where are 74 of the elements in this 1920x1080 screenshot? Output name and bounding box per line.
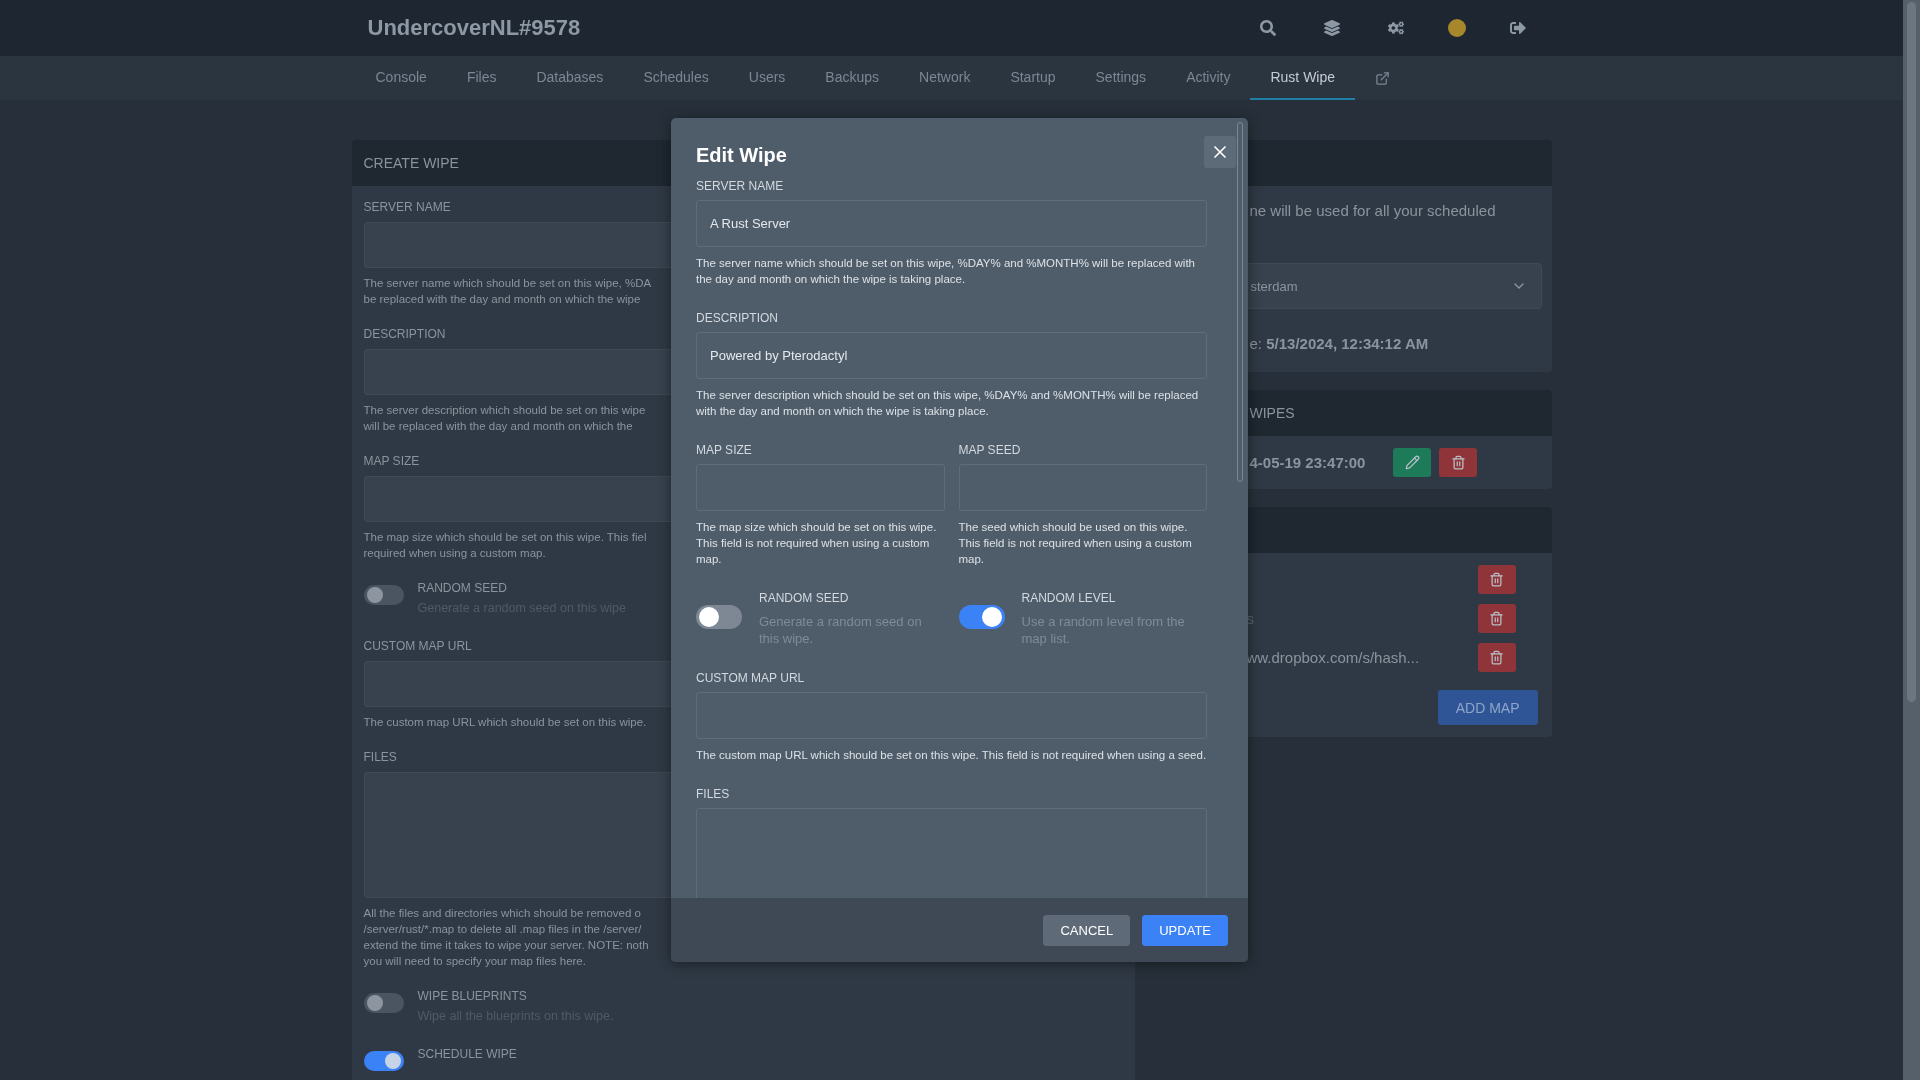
text-field[interactable]: Powered by Pterodactyl bbox=[696, 332, 1207, 379]
delete-button[interactable] bbox=[1477, 565, 1516, 594]
help-text: The server name which should be set on this wipe, %DA bbox=[363, 276, 652, 291]
toggle-label: SCHEDULE WIPE bbox=[417, 1047, 517, 1061]
help-text: All the files and directories which should be removed o bbox=[363, 906, 641, 921]
close-button[interactable] bbox=[1204, 136, 1236, 168]
delete-button[interactable] bbox=[1439, 448, 1478, 477]
field-label: CUSTOM MAP URL bbox=[696, 671, 806, 685]
help-text: /server/rust/*.map to delete all .map files in the /server/ bbox=[363, 922, 642, 937]
help-text: you will need to specify your map files here. bbox=[363, 954, 586, 969]
toggle-switch[interactable] bbox=[696, 605, 742, 629]
trash-icon bbox=[1489, 650, 1504, 665]
dialog-title: Edit Wipe bbox=[696, 144, 788, 167]
toggle-switch[interactable] bbox=[363, 1051, 404, 1071]
pencil-icon bbox=[1404, 455, 1420, 470]
field-label: DESCRIPTION bbox=[696, 311, 779, 325]
toggle-label: RANDOM SEED bbox=[417, 581, 508, 595]
delete-button[interactable] bbox=[1477, 643, 1516, 672]
field-label: CUSTOM MAP URL bbox=[363, 639, 472, 653]
field-label: SERVER NAME bbox=[696, 179, 785, 193]
nav-tab[interactable]: Files bbox=[446, 56, 517, 100]
help-text: The server description which should be set on this wipe, %DAY% and %MONTH% will be replaced with the day and month on which the wipe is taking place. bbox=[696, 388, 1200, 419]
user-avatar[interactable] bbox=[1447, 19, 1466, 37]
help-text: required when using a custom map. bbox=[363, 546, 546, 561]
field-label: MAP SIZE bbox=[696, 443, 753, 457]
nav-tab[interactable]: Backups bbox=[805, 56, 900, 100]
help-text: The custom map URL which should be set on this wipe. bbox=[363, 715, 647, 730]
add-map-button[interactable]: ADD MAP bbox=[1437, 690, 1538, 725]
field-label: FILES bbox=[363, 750, 397, 764]
help-text: The map size which should be set on this wipe. This field is not required when using a custom map. bbox=[696, 520, 938, 567]
trash-icon bbox=[1450, 455, 1466, 470]
panel-title: WIPES bbox=[1249, 405, 1295, 421]
delete-button[interactable] bbox=[1477, 604, 1516, 633]
update-button[interactable]: UPDATE bbox=[1142, 914, 1228, 946]
help-text: The map size which should be set on this wipe. This fiel bbox=[363, 530, 647, 545]
trash-icon bbox=[1489, 572, 1504, 587]
nav-tab[interactable]: Users bbox=[728, 56, 806, 100]
toggle-label: WIPE BLUEPRINTS bbox=[417, 989, 528, 1003]
nav-tab[interactable]: Console bbox=[355, 56, 447, 100]
nav-tab[interactable]: Activity bbox=[1166, 56, 1251, 100]
field-label: FILES bbox=[696, 787, 731, 801]
trash-icon bbox=[1489, 611, 1504, 626]
toggle-switch[interactable] bbox=[363, 585, 404, 605]
toggle-switch[interactable] bbox=[363, 993, 404, 1013]
panel-title: CREATE WIPE bbox=[363, 155, 459, 171]
help-text: The server description which should be set on this wipe bbox=[363, 403, 646, 418]
panel-text: ne will be used for all your scheduled bbox=[1248, 201, 1497, 219]
nav-tab[interactable]: Rust Wipe bbox=[1250, 56, 1356, 100]
help-text: extend the time it takes to wipe your server. NOTE: noth bbox=[363, 938, 649, 953]
map-url: ww.dropbox.com/s/hash... bbox=[1246, 649, 1420, 666]
help-text: be replaced with the day and month on which the wipe bbox=[363, 292, 641, 307]
scrollbar[interactable] bbox=[1237, 122, 1243, 482]
nav-tab[interactable]: Settings bbox=[1075, 56, 1167, 100]
field-label: SERVER NAME bbox=[363, 200, 451, 214]
field-label: MAP SIZE bbox=[363, 454, 420, 468]
field-label: MAP SEED bbox=[958, 443, 1022, 457]
toggle-label: RANDOM LEVEL bbox=[1021, 591, 1117, 605]
current-time-text: e: 5/13/2024, 12:34:12 AM bbox=[1248, 334, 1430, 354]
toggle-label: RANDOM SEED bbox=[759, 591, 850, 605]
edit-button[interactable] bbox=[1393, 448, 1432, 477]
cancel-button[interactable]: CANCEL bbox=[1043, 914, 1131, 946]
nav-tab[interactable]: Schedules bbox=[623, 56, 729, 100]
help-text: The seed which should be used on this wipe. This field is not required when using a custom map. bbox=[958, 520, 1193, 567]
field-label: DESCRIPTION bbox=[363, 327, 446, 341]
wipe-time: 4-05-19 23:47:00 bbox=[1249, 454, 1366, 471]
text-field[interactable]: A Rust Server bbox=[696, 200, 1207, 247]
toggle-switch[interactable] bbox=[958, 605, 1005, 629]
help-text: will be replaced with the day and month on which the bbox=[363, 419, 633, 434]
nav-tab[interactable]: Network bbox=[899, 56, 991, 100]
nav-tab[interactable]: Startup bbox=[990, 56, 1076, 100]
help-text: The custom map URL which should be set on this wipe. This field is not required when using a seed. bbox=[696, 748, 1207, 763]
nav-tab[interactable]: Databases bbox=[516, 56, 624, 100]
server-title: UndercoverNL#9578 bbox=[366, 15, 582, 41]
scrollbar[interactable] bbox=[1903, 0, 1920, 1080]
